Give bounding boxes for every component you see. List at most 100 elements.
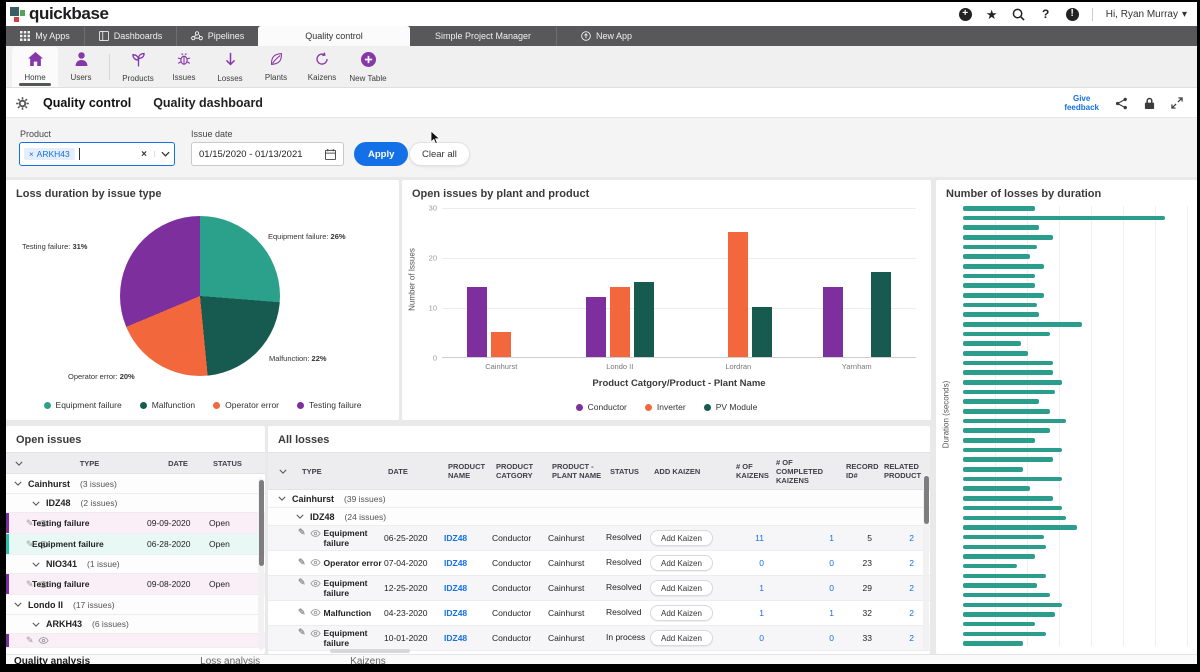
product-tag[interactable]: × ARKH43: [24, 148, 75, 160]
hbar-bar[interactable]: [963, 254, 1030, 259]
num-completed-kaizens-cell[interactable]: 0: [772, 558, 842, 568]
app-tab-dashboards[interactable]: Dashboards: [84, 26, 176, 46]
add-kaizen-button[interactable]: Add Kaizen: [650, 630, 713, 646]
all-losses-subgroup-idz48[interactable]: IDZ48(24 issues): [268, 508, 930, 526]
apply-button[interactable]: Apply: [354, 142, 408, 166]
nav-item-products[interactable]: Products: [115, 47, 161, 87]
view-icon[interactable]: [310, 630, 321, 637]
product-name-link[interactable]: IDZ48: [444, 583, 492, 593]
product-name-link[interactable]: IDZ48: [444, 633, 492, 643]
num-completed-kaizens-cell[interactable]: 0: [772, 633, 842, 643]
app-tab-quality-control[interactable]: Quality control: [258, 26, 410, 46]
clear-all-button[interactable]: Clear all: [409, 142, 470, 166]
edit-icon[interactable]: ✎: [298, 528, 306, 538]
hbar-bar[interactable]: [963, 380, 1062, 385]
nav-item-plants[interactable]: Plants: [253, 47, 299, 87]
product-filter-input[interactable]: × ARKH43 ×: [19, 142, 175, 166]
open-issues-row[interactable]: ✎Equipment failure06-28-2020Open: [6, 534, 265, 555]
hbar-bar[interactable]: [963, 206, 1035, 211]
hbar-bar[interactable]: [963, 303, 1037, 308]
hbar-bar[interactable]: [963, 264, 1044, 269]
add-kaizen-button[interactable]: Add Kaizen: [650, 555, 713, 571]
hbar-bar[interactable]: [963, 486, 1030, 491]
all-losses-vscrollbar[interactable]: [923, 474, 929, 650]
all-losses-row[interactable]: ✎Equipment failure12-25-2020IDZ48Conduct…: [268, 576, 930, 601]
hbar-bar[interactable]: [963, 467, 1023, 472]
open-issues-group-londo-ii[interactable]: Londo II(17 issues): [6, 595, 265, 615]
hbar-bar[interactable]: [963, 312, 1039, 317]
num-kaizens-cell[interactable]: 1: [732, 608, 772, 618]
bar-pv-module[interactable]: [634, 282, 654, 357]
open-issues-subgroup-nio341[interactable]: NIO341(1 issue): [6, 555, 265, 574]
hbar-bar[interactable]: [963, 274, 1035, 279]
collapse-chevron-icon[interactable]: [32, 562, 40, 567]
num-completed-kaizens-cell[interactable]: 0: [772, 583, 842, 593]
bar-conductor[interactable]: [586, 297, 606, 357]
hbar-bar[interactable]: [963, 457, 1053, 462]
hbar-bar[interactable]: [963, 428, 1050, 433]
all-losses-row[interactable]: ✎Equipment failure10-01-2020IDZ48Conduct…: [268, 626, 930, 651]
related-product-cell[interactable]: 2: [880, 633, 922, 643]
nav-item-new-table[interactable]: New Table: [345, 47, 391, 87]
hbar-bar[interactable]: [963, 564, 1017, 569]
give-feedback-link[interactable]: Givefeedback: [1064, 94, 1099, 112]
collapse-chevron-icon[interactable]: [14, 602, 22, 607]
hbar-bar[interactable]: [963, 506, 1062, 511]
related-product-cell[interactable]: 2: [880, 558, 922, 568]
bar-inverter[interactable]: [610, 287, 630, 357]
hbar-bar[interactable]: [963, 641, 1023, 646]
open-issues-group-cainhurst[interactable]: Cainhurst(3 issues): [6, 474, 265, 494]
edit-icon[interactable]: ✎: [298, 608, 306, 618]
app-tab-pipelines[interactable]: Pipelines: [176, 26, 258, 46]
view-icon[interactable]: [310, 609, 321, 616]
all-losses-hscrollbar[interactable]: [330, 649, 410, 653]
user-menu[interactable]: Hi, Ryan Murray ▾: [1106, 9, 1187, 20]
hbar-bar[interactable]: [963, 322, 1082, 327]
hbar-bar[interactable]: [963, 554, 1035, 559]
bar-conductor[interactable]: [823, 287, 843, 357]
num-kaizens-cell[interactable]: 11: [732, 533, 772, 543]
nav-item-losses[interactable]: Losses: [207, 47, 253, 87]
hbar-bar[interactable]: [963, 361, 1053, 366]
add-kaizen-button[interactable]: Add Kaizen: [650, 530, 713, 546]
num-kaizens-cell[interactable]: 1: [732, 583, 772, 593]
view-icon[interactable]: [310, 559, 321, 566]
hbar-bar[interactable]: [963, 612, 1055, 617]
hbar-bar[interactable]: [963, 341, 1021, 346]
hbar-bar[interactable]: [963, 583, 1037, 588]
num-completed-kaizens-cell[interactable]: 1: [772, 533, 842, 543]
footer-tab-quality-analysis[interactable]: Quality analysis: [14, 656, 90, 664]
hbar-bar[interactable]: [963, 283, 1035, 288]
footer-tab-kaizens[interactable]: Kaizens: [350, 656, 386, 664]
quickbase-logo[interactable]: quickbase: [6, 4, 109, 24]
open-issues-row[interactable]: ✎Testing failure09-09-2020Open: [6, 513, 265, 534]
hbar-bar[interactable]: [963, 216, 1165, 221]
num-kaizens-cell[interactable]: 0: [732, 633, 772, 643]
search-icon[interactable]: [1012, 7, 1026, 21]
open-issues-subgroup-idz48[interactable]: IDZ48(2 issues): [6, 494, 265, 513]
all-losses-row[interactable]: ✎Operator error07-04-2020IDZ48ConductorC…: [268, 551, 930, 576]
edit-icon[interactable]: ✎: [26, 635, 34, 646]
hbar-bar[interactable]: [963, 593, 1050, 598]
star-icon[interactable]: ★: [985, 7, 999, 21]
hbar-bar[interactable]: [963, 535, 1044, 540]
bar-pv-module[interactable]: [871, 272, 891, 357]
hbar-bar[interactable]: [963, 245, 1037, 250]
hbar-bar[interactable]: [963, 351, 1028, 356]
alert-icon[interactable]: !: [1066, 8, 1079, 21]
hbar-bar[interactable]: [963, 448, 1062, 453]
add-kaizen-button[interactable]: Add Kaizen: [650, 580, 713, 596]
all-losses-group-cainhurst[interactable]: Cainhurst(39 issues): [268, 490, 930, 508]
hbar-bar[interactable]: [963, 332, 1050, 337]
hbar-bar[interactable]: [963, 390, 1055, 395]
hbar-bar[interactable]: [963, 603, 1062, 608]
app-tab-simple-project-manager[interactable]: Simple Project Manager: [410, 26, 556, 46]
hbar-bar[interactable]: [963, 574, 1046, 579]
app-tab-new-app[interactable]: New App: [556, 26, 656, 46]
hbar-bar[interactable]: [963, 438, 1035, 443]
num-completed-kaizens-cell[interactable]: 1: [772, 608, 842, 618]
product-name-link[interactable]: IDZ48: [444, 533, 492, 543]
hbar-bar[interactable]: [963, 516, 1066, 521]
hbar-bar[interactable]: [963, 370, 1053, 375]
hbar-bar[interactable]: [963, 409, 1050, 414]
